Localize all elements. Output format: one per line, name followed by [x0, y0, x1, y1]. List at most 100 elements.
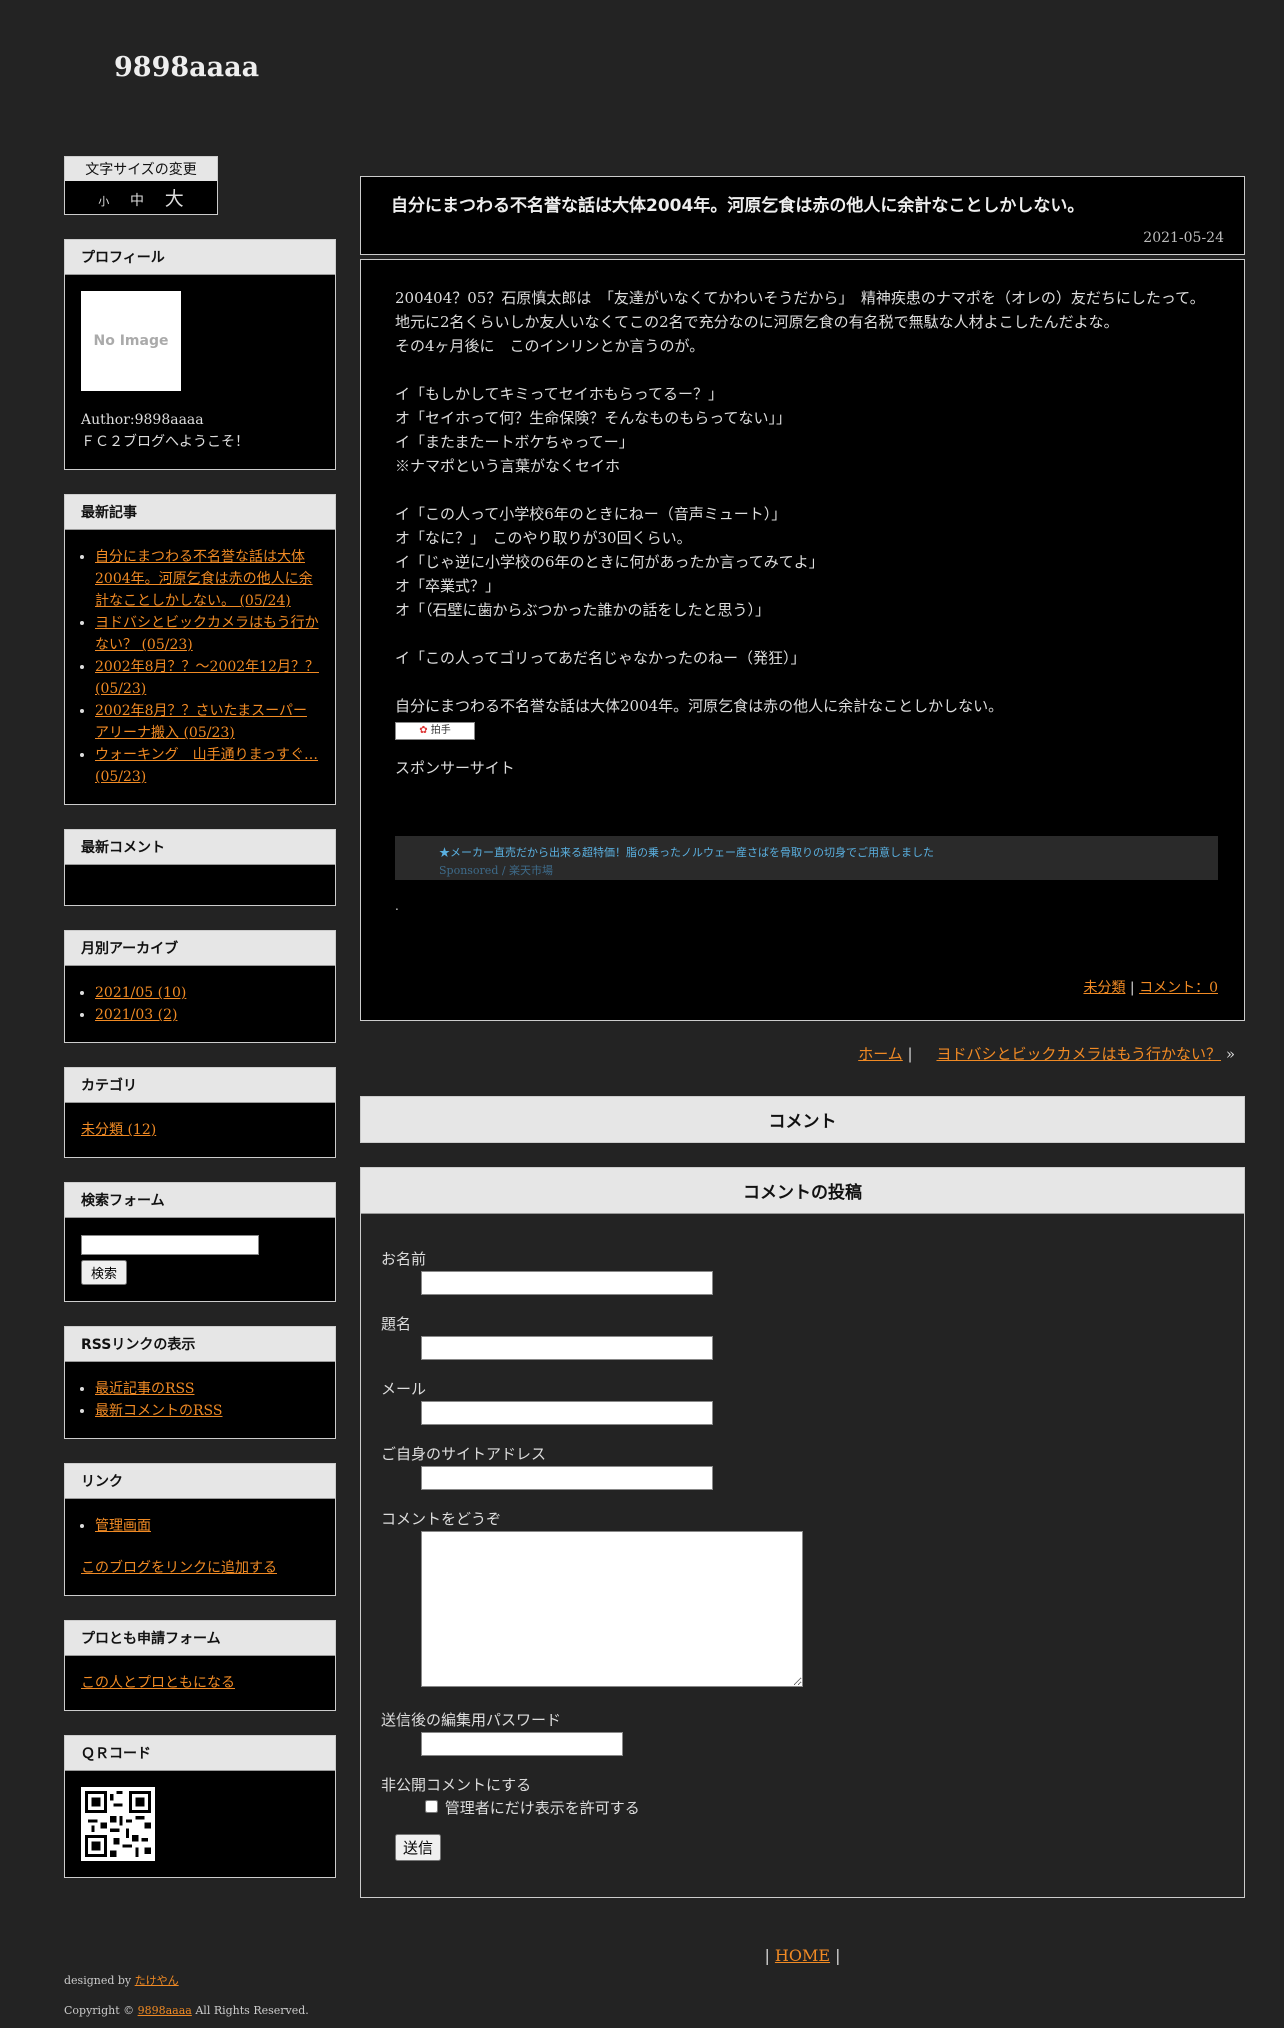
url-field[interactable] — [421, 1466, 713, 1490]
ad-sponsor[interactable]: Sponsored / 楽天市場 — [439, 862, 1218, 880]
search-plugin: 検索フォーム 検索 — [64, 1182, 336, 1302]
entry-line: イ「またまたートボケちゃってー」 — [395, 433, 634, 451]
entry-line: 200404？05？石原慎太郎は 「友達がいなくてかわいそうだから」 精神疾患の… — [395, 289, 1205, 307]
list-item: 管理画面 — [95, 1515, 319, 1537]
subject-field[interactable] — [421, 1336, 713, 1360]
recent-entry-link[interactable]: 2002年8月？？さいたまスーパーアリーナ搬入 (05/23) — [95, 703, 307, 741]
profriend-link[interactable]: この人とプロともになる — [81, 1675, 235, 1691]
comment-form: お名前 題名 メール ご自身のサイトアドレス コメントをどうぞ 送信後の編集用パ… — [361, 1214, 1244, 1897]
category-link[interactable]: 未分類 (12) — [81, 1122, 156, 1138]
list-item: 自分にまつわる不名誉な話は大体2004年。河原乞食は赤の他人に余計なことしかしな… — [95, 546, 319, 612]
ad-banner[interactable]: ★メーカー直売だから出来る超特価！脂の乗ったノルウェー産さばを骨取りの切身でご用… — [395, 836, 1218, 880]
font-size-small-button[interactable]: 小 — [98, 195, 109, 208]
recent-entries-plugin: 最新記事 自分にまつわる不名誉な話は大体2004年。河原乞食は赤の他人に余計なこ… — [64, 494, 336, 805]
submit-button[interactable]: 送信 — [395, 1834, 442, 1861]
entry-line: 自分にまつわる不名誉な話は大体2004年。河原乞食は赤の他人に余計なことしかしな… — [395, 697, 1004, 715]
entry-line: イ「この人って小学校6年のときにねー（音声ミュート）」 — [395, 505, 787, 523]
rights-text: All Rights Reserved. — [195, 2004, 309, 2017]
mail-label: メール — [381, 1380, 427, 1398]
profile-avatar: No Image — [81, 291, 181, 391]
clap-icon: ✿ — [419, 725, 428, 736]
recent-entry-link[interactable]: 自分にまつわる不名誉な話は大体2004年。河原乞食は赤の他人に余計なことしかしな… — [95, 549, 313, 609]
nav-next-link[interactable]: ヨドバシとビックカメラはもう行かない？ — [936, 1045, 1221, 1063]
comment-textarea[interactable] — [421, 1531, 803, 1687]
sponsor-heading: スポンサーサイト — [395, 759, 515, 777]
comments-heading: コメント — [360, 1096, 1245, 1143]
list-item: 2021/03 (2) — [95, 1004, 319, 1026]
name-field[interactable] — [421, 1271, 713, 1295]
rss-entries-link[interactable]: 最近記事のRSS — [95, 1381, 194, 1397]
search-input[interactable] — [81, 1234, 259, 1255]
recent-entry-link[interactable]: ヨドバシとビックカメラはもう行かない？ (05/23) — [95, 615, 319, 653]
footer-home-link[interactable]: HOME — [775, 1946, 830, 1965]
qr-code-icon — [81, 1787, 155, 1861]
next-arrow-icon: » — [1225, 1045, 1235, 1063]
entry-footer: 未分類 | コメント：0 — [395, 976, 1218, 1000]
ad-text[interactable]: ★メーカー直売だから出来る超特価！脂の乗ったノルウェー産さばを骨取りの切身でご用… — [439, 844, 1218, 862]
entry-title[interactable]: 自分にまつわる不名誉な話は大体2004年。河原乞食は赤の他人に余計なことしかしな… — [391, 191, 1224, 216]
clap-label: 拍手 — [430, 725, 451, 736]
entry-comment-count-link[interactable]: コメント：0 — [1139, 980, 1218, 996]
qr-heading: ＱＲコード — [65, 1736, 335, 1771]
recent-comments-heading: 最新コメント — [65, 830, 335, 865]
copyright-label: Copyright © — [64, 2004, 135, 2017]
profile-author: Author:9898aaaa — [81, 412, 204, 428]
designed-by-label: designed by — [64, 1974, 132, 1987]
search-heading: 検索フォーム — [65, 1183, 335, 1218]
admin-link[interactable]: 管理画面 — [95, 1518, 151, 1534]
profriend-heading: プロとも申請フォーム — [65, 1621, 335, 1656]
profile-plugin: プロフィール No Image Author:9898aaaa ＦＣ２ブログへよ… — [64, 239, 336, 470]
footer-credits: designed by たけやん Copyright © 9898aaaa Al… — [64, 1966, 309, 2026]
email-field[interactable] — [421, 1401, 713, 1425]
entry-category-link[interactable]: 未分類 — [1083, 980, 1125, 996]
separator: | — [1129, 980, 1140, 996]
secret-option: 管理者にだけ表示を許可する — [421, 1797, 1224, 1818]
separator: | — [830, 1946, 841, 1965]
secret-label: 非公開コメントにする — [381, 1776, 532, 1794]
search-button[interactable]: 検索 — [81, 1260, 128, 1285]
copyright-owner-link[interactable]: 9898aaaa — [138, 2004, 192, 2017]
secret-checkbox[interactable] — [425, 1800, 438, 1813]
entry-text: 200404？05？石原慎太郎は 「友達がいなくてかわいそうだから」 精神疾患の… — [395, 286, 1218, 718]
monthly-archive-plugin: 月別アーカイブ 2021/05 (10) 2021/03 (2) — [64, 930, 336, 1043]
nav-home-link[interactable]: ホーム — [858, 1045, 903, 1063]
archive-link[interactable]: 2021/05 (10) — [95, 985, 186, 1001]
list-item: ウォーキング 山手通りまっすぐ… (05/23) — [95, 744, 319, 788]
entry-line: イ「じゃ逆に小学校の6年のときに何があったか言ってみてよ」 — [395, 553, 824, 571]
font-size-large-button[interactable]: 大 — [165, 188, 184, 210]
list-item: 最近記事のRSS — [95, 1378, 319, 1400]
font-size-medium-button[interactable]: 中 — [130, 193, 144, 209]
separator: | — [764, 1946, 775, 1965]
comment-post-box: コメントの投稿 お名前 題名 メール ご自身のサイトアドレス コメントをどうぞ … — [360, 1167, 1245, 1898]
entry-line — [395, 670, 1218, 694]
post-form-heading: コメントの投稿 — [361, 1168, 1244, 1214]
blog-title[interactable]: 9898aaaa — [114, 52, 259, 83]
list-item: ヨドバシとビックカメラはもう行かない？ (05/23) — [95, 612, 319, 656]
entry-line — [395, 358, 1218, 382]
category-heading: カテゴリ — [65, 1068, 335, 1103]
entry-line: その4ヶ月後に このインリンとか言うのが。 — [395, 337, 705, 355]
font-size-options: 小 中 大 — [65, 181, 217, 214]
font-size-label: 文字サイズの変更 — [65, 157, 217, 181]
rss-comments-link[interactable]: 最新コメントのRSS — [95, 1403, 222, 1419]
recent-entry-link[interactable]: ウォーキング 山手通りまっすぐ… (05/23) — [95, 747, 318, 785]
entry-body: 200404？05？石原慎太郎は 「友達がいなくてかわいそうだから」 精神疾患の… — [360, 259, 1245, 1021]
password-field[interactable] — [421, 1732, 623, 1756]
add-link-link[interactable]: このブログをリンクに追加する — [81, 1560, 277, 1576]
list-item: 2021/05 (10) — [95, 982, 319, 1004]
entry-header: 自分にまつわる不名誉な話は大体2004年。河原乞食は赤の他人に余計なことしかしな… — [360, 176, 1245, 255]
qr-plugin: ＱＲコード — [64, 1735, 336, 1878]
archive-link[interactable]: 2021/03 (2) — [95, 1007, 177, 1023]
list-item: 2002年8月？？～2002年12月？？ (05/23) — [95, 656, 319, 700]
recent-entry-link[interactable]: 2002年8月？？～2002年12月？？ (05/23) — [95, 659, 319, 697]
clap-button[interactable]: ✿ 拍手 — [395, 722, 475, 740]
password-label: 送信後の編集用パスワード — [381, 1711, 562, 1729]
entry-date: 2021-05-24 — [1143, 230, 1224, 246]
separator: | — [907, 1045, 932, 1063]
entry-line — [395, 478, 1218, 502]
designer-link[interactable]: たけやん — [135, 1974, 179, 1987]
profriend-plugin: プロとも申請フォーム この人とプロともになる — [64, 1620, 336, 1711]
monthly-archive-heading: 月別アーカイブ — [65, 931, 335, 966]
font-size-changer: 文字サイズの変更 小 中 大 — [64, 156, 218, 215]
footer-home: | HOME | — [360, 1946, 1245, 1965]
